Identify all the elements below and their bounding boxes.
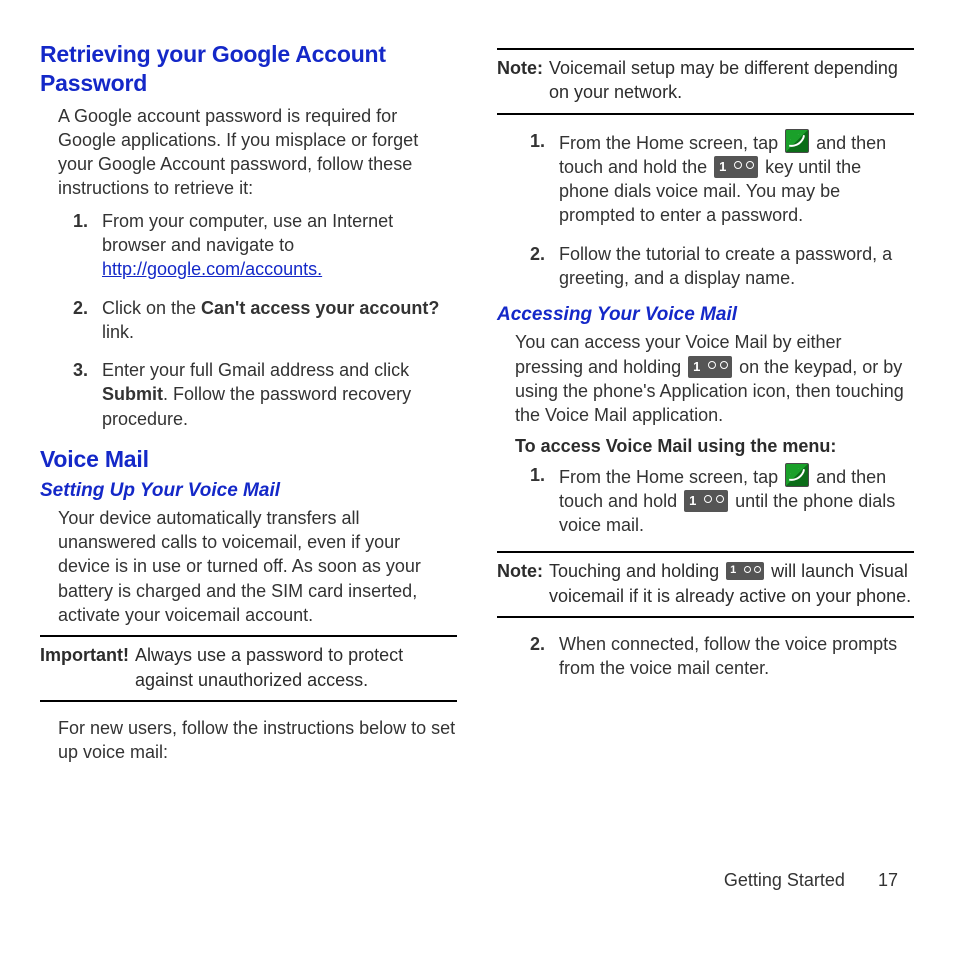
list-item: 1. From your computer, use an Internet b…	[40, 209, 457, 282]
one-key-icon: 1	[684, 490, 728, 512]
accounts-link[interactable]: http://google.com/accounts.	[102, 259, 322, 279]
heading-retrieve-password: Retrieving your Google Account Password	[40, 40, 457, 98]
step-number: 2.	[497, 242, 559, 291]
one-key-icon: 1	[714, 156, 758, 178]
footer-section: Getting Started	[724, 870, 845, 890]
important-label: Important!	[40, 643, 135, 692]
note-label: Note:	[497, 56, 549, 105]
left-column: Retrieving your Google Account Password …	[40, 40, 457, 850]
step-number: 1.	[40, 209, 102, 282]
access-paragraph: You can access your Voice Mail by either…	[515, 330, 914, 427]
step-text: When connected, follow the voice prompts…	[559, 632, 914, 681]
subheading-access-vm: Accessing Your Voice Mail	[497, 304, 914, 326]
step-number: 2.	[497, 632, 559, 681]
phone-icon	[785, 129, 809, 153]
step-text: Click on the Can't access your account? …	[102, 296, 457, 345]
intro-paragraph: A Google account password is required fo…	[58, 104, 457, 201]
step-number: 1.	[497, 463, 559, 538]
note-network: Note: Voicemail setup may be different d…	[497, 48, 914, 115]
step-text: Follow the tutorial to create a password…	[559, 242, 914, 291]
step-text: From the Home screen, tap and then touch…	[559, 463, 914, 538]
note-label: Note:	[497, 559, 549, 608]
one-key-icon: 1	[726, 562, 764, 580]
important-text: Always use a password to protect against…	[135, 643, 457, 692]
list-item: 2. Click on the Can't access your accoun…	[40, 296, 457, 345]
access-steps-part2: 2. When connected, follow the voice prom…	[497, 632, 914, 681]
important-note: Important! Always use a password to prot…	[40, 635, 457, 702]
step-text: Enter your full Gmail address and click …	[102, 358, 457, 431]
new-users-paragraph: For new users, follow the instructions b…	[58, 716, 457, 765]
right-column: Note: Voicemail setup may be different d…	[497, 40, 914, 850]
list-item: 1. From the Home screen, tap and then to…	[497, 463, 914, 538]
step-text: From your computer, use an Internet brow…	[102, 209, 457, 282]
setup-steps: 1. From the Home screen, tap and then to…	[497, 129, 914, 291]
note-text: Voicemail setup may be different dependi…	[549, 56, 914, 105]
retrieve-steps: 1. From your computer, use an Internet b…	[40, 209, 457, 431]
page-number: 17	[878, 870, 898, 891]
note-text: Touching and holding 1 will launch Visua…	[549, 559, 914, 608]
phone-icon	[785, 463, 809, 487]
access-steps-part1: 1. From the Home screen, tap and then to…	[497, 463, 914, 538]
step-text: From the Home screen, tap and then touch…	[559, 129, 914, 228]
page-footer: Getting Started 17	[0, 870, 954, 891]
one-key-icon: 1	[688, 356, 732, 378]
subheading-setup-vm: Setting Up Your Voice Mail	[40, 480, 457, 502]
menu-access-heading: To access Voice Mail using the menu:	[515, 436, 914, 457]
note-visual-vm: Note: Touching and holding 1 will launch…	[497, 551, 914, 618]
page: Retrieving your Google Account Password …	[0, 0, 954, 870]
list-item: 2. Follow the tutorial to create a passw…	[497, 242, 914, 291]
list-item: 2. When connected, follow the voice prom…	[497, 632, 914, 681]
step-number: 2.	[40, 296, 102, 345]
list-item: 3. Enter your full Gmail address and cli…	[40, 358, 457, 431]
heading-voice-mail: Voice Mail	[40, 445, 457, 474]
list-item: 1. From the Home screen, tap and then to…	[497, 129, 914, 228]
step-number: 1.	[497, 129, 559, 228]
setup-paragraph: Your device automatically transfers all …	[58, 506, 457, 627]
step-number: 3.	[40, 358, 102, 431]
